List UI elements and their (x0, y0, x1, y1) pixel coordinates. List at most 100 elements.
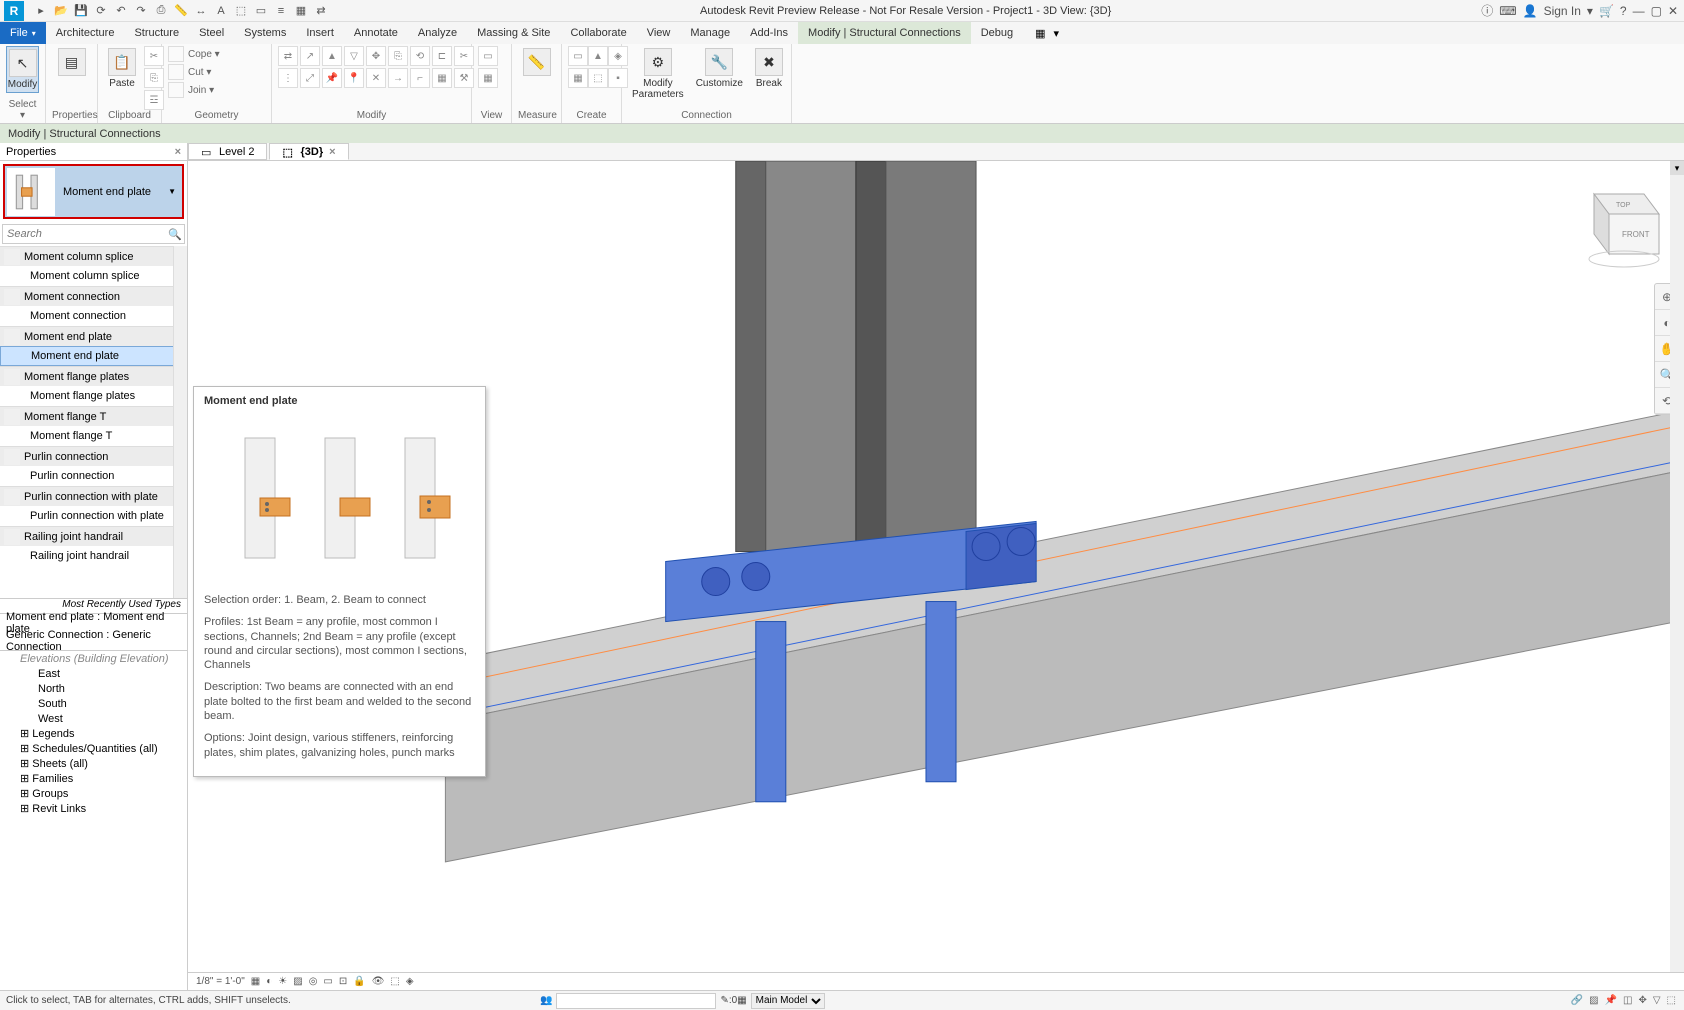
minimize-icon[interactable]: — (1633, 4, 1645, 18)
view-btn2[interactable]: ▦ (478, 68, 498, 88)
mirror-pick-button[interactable]: ▽ (344, 46, 364, 66)
browser-node[interactable]: North (0, 681, 187, 696)
extend-button[interactable]: → (388, 68, 408, 88)
close-properties-icon[interactable]: × (175, 146, 181, 158)
break-button[interactable]: ✖Break (751, 46, 787, 91)
search-icon[interactable]: 🔍 (166, 228, 184, 241)
rendering-icon[interactable]: ◎ (309, 976, 318, 987)
recent-type[interactable]: Generic Connection : Generic Connection (0, 632, 187, 650)
shadows-icon[interactable]: ▨ (293, 976, 302, 987)
join-button[interactable]: Join ▾ (168, 82, 214, 98)
tab-steel[interactable]: Steel (189, 22, 234, 44)
create-btn2[interactable]: ▲ (588, 46, 608, 66)
crop-region-icon[interactable]: ⊡ (339, 976, 347, 987)
copy-mod-button[interactable]: ⎘ (388, 46, 408, 66)
browser-category[interactable]: ⊞ Families (0, 771, 187, 786)
mirror-axis-button[interactable]: ▲ (322, 46, 342, 66)
type-item[interactable]: Moment flange plates (0, 386, 187, 406)
filter-icon[interactable]: ▽ (1653, 995, 1661, 1006)
view-btn1[interactable]: ▭ (478, 46, 498, 66)
unpin-button[interactable]: 📍 (344, 68, 364, 88)
sync-icon[interactable]: ⟳ (92, 2, 110, 20)
customize-button[interactable]: 🔧Customize (692, 46, 747, 91)
browser-node[interactable]: South (0, 696, 187, 711)
panel-label-select[interactable]: Select ▾ (6, 99, 39, 121)
tab-analyze[interactable]: Analyze (408, 22, 467, 44)
browser-category[interactable]: ⊞ Legends (0, 726, 187, 741)
tab-insert[interactable]: Insert (296, 22, 344, 44)
type-category[interactable]: Purlin connection with plate (0, 486, 187, 506)
redo-icon[interactable]: ↷ (132, 2, 150, 20)
browser-category[interactable]: ⊞ Schedules/Quantities (all) (0, 741, 187, 756)
type-selector[interactable]: Moment end plate ▼ (3, 164, 184, 219)
design-options-icon[interactable]: ▦ (737, 995, 746, 1006)
select-underlay-icon[interactable]: ▨ (1589, 995, 1598, 1006)
open-file-icon[interactable]: 📂 (52, 2, 70, 20)
trim-button[interactable]: ⊏ (432, 46, 452, 66)
tab-structure[interactable]: Structure (124, 22, 189, 44)
expand-panel-icon[interactable]: ▾ (1670, 161, 1684, 175)
type-category[interactable]: Moment flange plates (0, 366, 187, 386)
switch-icon[interactable]: ⇄ (312, 2, 330, 20)
cut-geom-button[interactable]: Cut ▾ (168, 64, 211, 80)
tab-annotate[interactable]: Annotate (344, 22, 408, 44)
pin-button[interactable]: 📌 (322, 68, 342, 88)
editable-icon[interactable]: ✎ (720, 995, 728, 1006)
viewcube[interactable]: TOP FRONT (1564, 179, 1664, 269)
modify-button[interactable]: ↖ Modify (6, 46, 39, 93)
view-tab[interactable]: ▭Level 2 (188, 143, 267, 160)
type-category[interactable]: Moment end plate (0, 326, 187, 346)
create-btn4[interactable]: ▦ (568, 68, 588, 88)
visual-style-icon[interactable]: ◐ (266, 976, 272, 987)
status-input[interactable] (556, 993, 716, 1009)
scale-button[interactable]: ⤢ (300, 68, 320, 88)
properties-button[interactable]: ▤ (52, 46, 91, 78)
analytical-icon[interactable]: ◈ (406, 976, 414, 987)
demolish-button[interactable]: ⚒ (454, 68, 474, 88)
crop-icon[interactable]: ▭ (323, 976, 332, 987)
undo-icon[interactable]: ↶ (112, 2, 130, 20)
cope-button[interactable]: Cope ▾ (168, 46, 220, 62)
browser-node[interactable]: East (0, 666, 187, 681)
measure-icon[interactable]: 📏 (172, 2, 190, 20)
reveal-icon[interactable]: ⬚ (390, 976, 399, 987)
tab-architecture[interactable]: Architecture (46, 22, 125, 44)
drag-icon[interactable]: ✥ (1638, 995, 1646, 1006)
type-category[interactable]: Railing joint handrail (0, 526, 187, 546)
section-icon[interactable]: ▭ (252, 2, 270, 20)
type-item[interactable]: Purlin connection (0, 466, 187, 486)
cart-icon[interactable]: 🛒 (1599, 4, 1614, 18)
user-icon[interactable]: 👤 (1523, 4, 1538, 18)
maximize-icon[interactable]: ▢ (1651, 4, 1662, 18)
tab-collaborate[interactable]: Collaborate (560, 22, 636, 44)
open-icon[interactable]: ▸ (32, 2, 50, 20)
sign-in-link[interactable]: Sign In (1544, 4, 1581, 18)
view-tab[interactable]: ⬚{3D}× (269, 143, 348, 160)
cut-button[interactable]: ✂ (144, 46, 164, 66)
browser-category[interactable]: ⊞ Groups (0, 786, 187, 801)
tab-view[interactable]: View (637, 22, 681, 44)
move-button[interactable]: ✥ (366, 46, 386, 66)
extra-icon-1[interactable]: ▦ (1035, 27, 1045, 40)
tab-add-ins[interactable]: Add-Ins (740, 22, 798, 44)
tab-systems[interactable]: Systems (234, 22, 296, 44)
copy-button[interactable]: ⎘ (144, 68, 164, 88)
type-category[interactable]: Moment flange T (0, 406, 187, 426)
measure-button[interactable]: 📏 (518, 46, 555, 78)
3d-icon[interactable]: ⬚ (232, 2, 250, 20)
close-icon[interactable]: ✕ (1668, 4, 1678, 18)
delete-button[interactable]: ✕ (366, 68, 386, 88)
browser-node[interactable]: West (0, 711, 187, 726)
tab-manage[interactable]: Manage (680, 22, 740, 44)
minimize-ribbon-icon[interactable]: ▾ (1054, 27, 1060, 40)
app-store-icon[interactable]: ▾ (1587, 4, 1593, 18)
file-tab[interactable]: File (0, 22, 46, 44)
close-hidden-icon[interactable]: ▦ (292, 2, 310, 20)
type-list-scrollbar[interactable] (173, 246, 187, 598)
select-pinned-icon[interactable]: 📌 (1605, 995, 1617, 1006)
info-icon[interactable]: ⓘ (1481, 2, 1493, 19)
select-links-icon[interactable]: 🔗 (1571, 995, 1583, 1006)
split-button[interactable]: ✂ (454, 46, 474, 66)
browser-category[interactable]: ⊞ Sheets (all) (0, 756, 187, 771)
array-button[interactable]: ⋮ (278, 68, 298, 88)
